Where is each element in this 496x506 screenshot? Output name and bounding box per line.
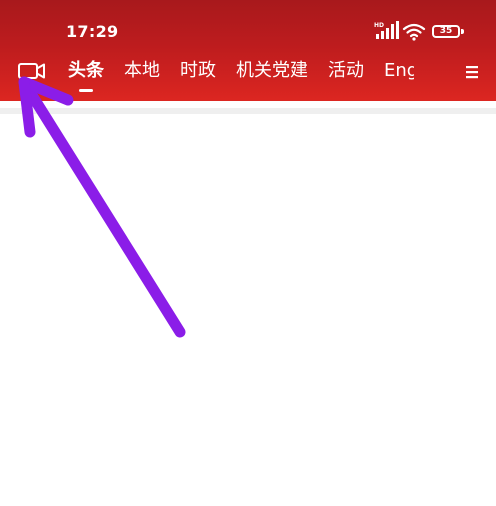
tab-label: 本地 [124, 60, 160, 81]
status-icons: HD 35 [374, 20, 474, 44]
video-button[interactable] [16, 58, 48, 84]
app-header: 17:29 HD 35 头条 本地 时政 机关党建 活动 Eng [0, 0, 496, 101]
video-camera-icon [18, 63, 45, 79]
menu-icon [466, 66, 478, 79]
channel-tabs: 头条 本地 时政 机关党建 活动 Eng [68, 57, 414, 92]
tab-politics[interactable]: 时政 [180, 57, 216, 87]
tab-label: Eng [384, 60, 414, 81]
tab-events[interactable]: 活动 [328, 57, 364, 87]
tab-label: 时政 [180, 60, 216, 81]
battery-cap [461, 29, 464, 34]
active-tab-indicator [79, 89, 93, 92]
tab-label: 活动 [328, 60, 364, 81]
hd-label: HD [374, 22, 384, 29]
tab-label: 头条 [68, 60, 104, 81]
clock: 17:29 [66, 22, 119, 41]
content-area [0, 114, 496, 506]
tab-english[interactable]: Eng [384, 57, 414, 87]
wifi-icon [402, 23, 426, 41]
cellular-signal-icon: HD [374, 21, 399, 39]
tab-local[interactable]: 本地 [124, 57, 160, 87]
status-bar: 17:29 HD 35 [0, 0, 496, 50]
tab-label: 机关党建 [236, 60, 308, 81]
tab-headlines[interactable]: 头条 [68, 57, 104, 92]
menu-button[interactable] [462, 63, 482, 81]
battery-icon: 35 [432, 25, 460, 38]
channel-nav: 头条 本地 时政 机关党建 活动 Eng [0, 50, 496, 96]
tab-party-building[interactable]: 机关党建 [236, 57, 308, 87]
battery-level: 35 [439, 26, 453, 36]
